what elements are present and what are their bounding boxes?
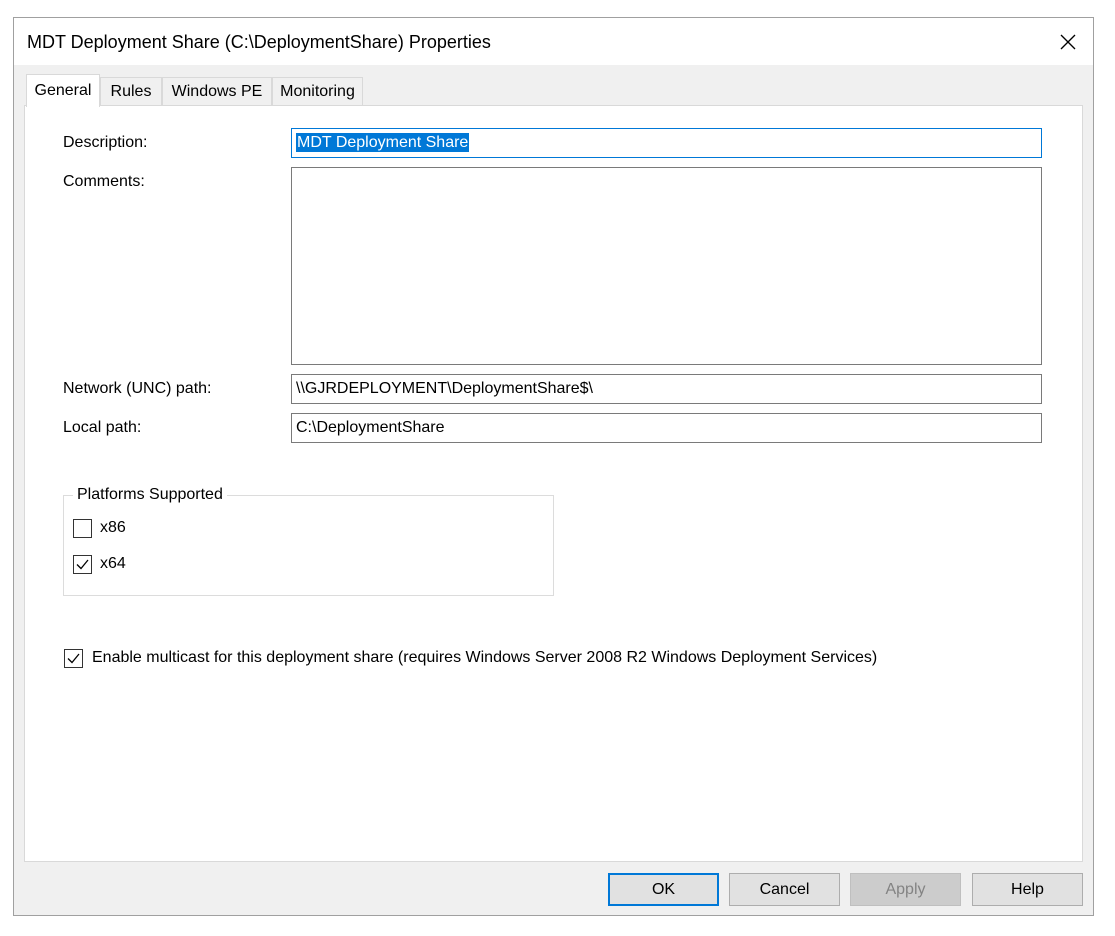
unc-path-value: \\GJRDEPLOYMENT\DeploymentShare$\: [296, 380, 593, 397]
tab-monitoring-label: Monitoring: [280, 83, 355, 100]
tab-windows-pe[interactable]: Windows PE: [162, 77, 272, 105]
local-path-value: C:\DeploymentShare: [296, 419, 445, 436]
general-tab-panel: Description: MDT Deployment Share Commen…: [24, 105, 1083, 862]
x86-label: x86: [100, 519, 126, 536]
platforms-groupbox: [63, 495, 554, 596]
local-path-input[interactable]: C:\DeploymentShare: [291, 413, 1042, 443]
close-button[interactable]: [1053, 27, 1083, 57]
x64-label: x64: [100, 555, 126, 572]
unc-path-label: Network (UNC) path:: [63, 380, 212, 397]
tab-rules-label: Rules: [110, 83, 152, 100]
ok-button-label: OK: [651, 881, 676, 898]
description-input[interactable]: MDT Deployment Share: [291, 128, 1042, 158]
apply-button-label: Apply: [885, 881, 926, 898]
help-button-label: Help: [1011, 881, 1044, 898]
title-bar: MDT Deployment Share (C:\DeploymentShare…: [14, 18, 1093, 65]
local-path-label: Local path:: [63, 419, 142, 436]
comments-textarea[interactable]: [291, 167, 1042, 365]
multicast-label: Enable multicast for this deployment sha…: [92, 649, 878, 666]
x86-checkbox[interactable]: [73, 519, 92, 538]
tab-rules[interactable]: Rules: [100, 77, 162, 105]
tab-general[interactable]: General: [26, 74, 100, 107]
tab-monitoring[interactable]: Monitoring: [272, 77, 363, 105]
tab-windows-pe-label: Windows PE: [171, 83, 263, 100]
x64-checkbox[interactable]: [73, 555, 92, 574]
tab-general-label: General: [34, 82, 92, 99]
multicast-checkbox[interactable]: [64, 649, 83, 668]
cancel-button[interactable]: Cancel: [729, 873, 840, 906]
checkmark-icon: [76, 559, 89, 570]
comments-label: Comments:: [63, 173, 145, 190]
description-label: Description:: [63, 134, 148, 151]
cancel-button-label: Cancel: [759, 881, 810, 898]
properties-dialog: MDT Deployment Share (C:\DeploymentShare…: [13, 17, 1094, 916]
close-icon: [1060, 34, 1076, 50]
ok-button[interactable]: OK: [608, 873, 719, 906]
platforms-legend: Platforms Supported: [73, 486, 227, 504]
checkmark-icon: [67, 653, 80, 664]
window-title: MDT Deployment Share (C:\DeploymentShare…: [27, 32, 491, 52]
unc-path-input[interactable]: \\GJRDEPLOYMENT\DeploymentShare$\: [291, 374, 1042, 404]
apply-button[interactable]: Apply: [850, 873, 961, 906]
description-value: MDT Deployment Share: [296, 133, 470, 152]
help-button[interactable]: Help: [972, 873, 1083, 906]
